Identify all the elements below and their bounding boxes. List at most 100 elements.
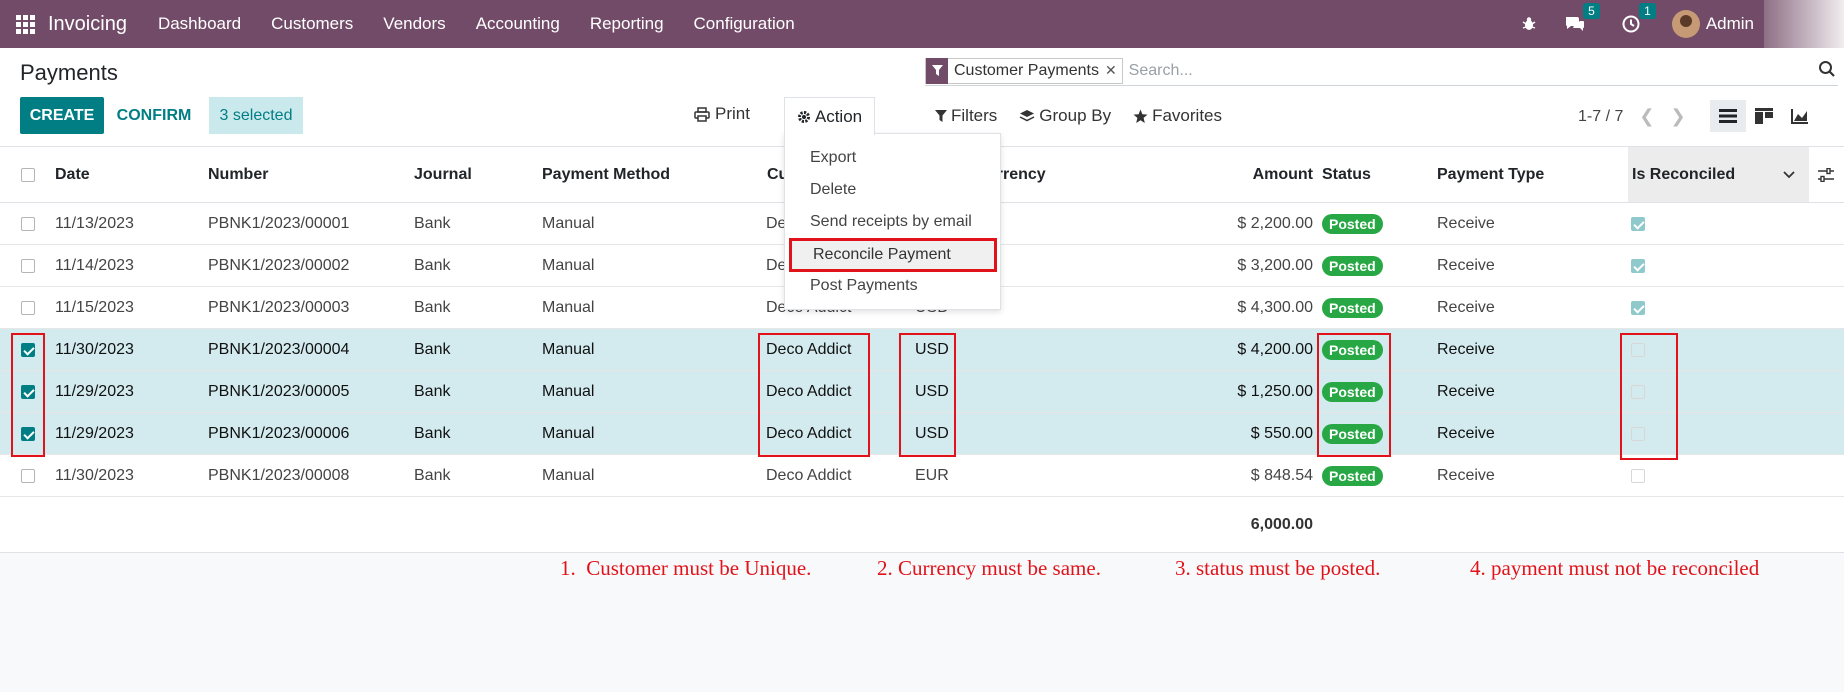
- status-badge: Posted: [1322, 465, 1383, 486]
- pager-value[interactable]: 1-7 / 7: [1578, 108, 1623, 126]
- cell-method: Manual: [542, 214, 595, 232]
- confirm-button[interactable]: CONFIRM: [112, 97, 196, 134]
- cell-date: 11/30/2023: [55, 466, 134, 484]
- cell-status: Posted: [1322, 245, 1383, 286]
- cell-number: PBNK1/2023/00001: [208, 214, 350, 232]
- bug-icon[interactable]: [1518, 13, 1540, 35]
- chevron-left-icon[interactable]: ❮: [1639, 106, 1654, 127]
- favorites-button[interactable]: Favorites: [1133, 106, 1222, 126]
- search-input[interactable]: [1128, 61, 1769, 80]
- header-payment-method[interactable]: Payment Method: [542, 147, 670, 202]
- print-button[interactable]: Print: [694, 104, 750, 124]
- app-brand[interactable]: Invoicing: [48, 13, 127, 36]
- filters-button[interactable]: Filters: [935, 106, 997, 126]
- navbar-systray: 5 1 Admin: [1506, 0, 1844, 48]
- search-icon[interactable]: [1818, 60, 1836, 83]
- cell-number: PBNK1/2023/00004: [208, 340, 350, 358]
- header-amount[interactable]: Amount: [1160, 147, 1313, 202]
- list-view-icon[interactable]: [1710, 100, 1746, 132]
- cell-journal: Bank: [414, 298, 451, 316]
- header-date[interactable]: Date: [55, 147, 90, 202]
- menu-configuration[interactable]: Configuration: [694, 14, 795, 34]
- chat-icon[interactable]: 5: [1564, 3, 1600, 35]
- cell-type: Receive: [1437, 382, 1495, 400]
- header-journal[interactable]: Journal: [414, 147, 472, 202]
- cell-method: Manual: [542, 382, 595, 400]
- chevron-right-icon[interactable]: ❯: [1670, 106, 1685, 127]
- selected-count-badge[interactable]: 3 selected: [209, 97, 303, 134]
- cell-number: PBNK1/2023/00002: [208, 256, 350, 274]
- create-button[interactable]: CREATE: [20, 97, 104, 134]
- cell-type: Receive: [1437, 424, 1495, 442]
- pager: 1-7 / 7 ❮ ❯: [1578, 106, 1686, 127]
- group-by-button[interactable]: Group By: [1019, 106, 1111, 126]
- status-badge: Posted: [1322, 213, 1383, 234]
- menu-accounting[interactable]: Accounting: [476, 14, 560, 34]
- user-name[interactable]: Admin: [1706, 14, 1754, 34]
- cell-journal: Bank: [414, 466, 451, 484]
- header-number[interactable]: Number: [208, 147, 268, 202]
- apps-grid-icon[interactable]: [14, 13, 36, 35]
- menu-item-delete[interactable]: Delete: [810, 181, 856, 199]
- cell-date: 11/29/2023: [55, 424, 134, 442]
- menu-item-export[interactable]: Export: [810, 149, 856, 167]
- menu-customers[interactable]: Customers: [271, 14, 353, 34]
- cell-date: 11/14/2023: [55, 256, 134, 274]
- view-switcher: [1710, 100, 1818, 132]
- search-options: Filters Group By Favorites: [935, 106, 1244, 126]
- graph-view-icon[interactable]: [1782, 100, 1818, 132]
- chevron-down-icon[interactable]: [1783, 170, 1795, 179]
- cell-status: Posted: [1322, 287, 1383, 328]
- user-avatar[interactable]: [1671, 10, 1700, 38]
- header-is-reconciled[interactable]: Is Reconciled: [1628, 147, 1809, 202]
- menu-item-send-receipts[interactable]: Send receipts by email: [810, 213, 972, 231]
- cell-customer: Deco Addict: [766, 466, 852, 484]
- menu-item-post-payments[interactable]: Post Payments: [810, 277, 918, 295]
- cell-type: Receive: [1437, 256, 1495, 274]
- cell-method: Manual: [542, 298, 595, 316]
- action-button[interactable]: Action: [784, 97, 875, 135]
- note-not-reconciled: 4. payment must not be reconciled: [1470, 556, 1760, 580]
- clock-icon[interactable]: 1: [1620, 3, 1656, 35]
- header-status[interactable]: Status: [1322, 147, 1371, 202]
- kanban-view-icon[interactable]: [1746, 100, 1782, 132]
- annotation-box-status: [1317, 333, 1391, 457]
- search-bar: Customer Payments ✕: [925, 56, 1838, 86]
- menu-reporting[interactable]: Reporting: [590, 14, 664, 34]
- navbar-fade: [1764, 0, 1844, 48]
- cell-journal: Bank: [414, 382, 451, 400]
- status-badge: Posted: [1322, 297, 1383, 318]
- table-row[interactable]: 11/30/2023 PBNK1/2023/00008 Bank Manual …: [0, 455, 1844, 497]
- cell-amount: $ 1,250.00: [1237, 382, 1313, 400]
- menu-item-reconcile-payment[interactable]: Reconcile Payment: [789, 238, 997, 272]
- row-checkbox[interactable]: [21, 455, 35, 496]
- cell-number: PBNK1/2023/00003: [208, 298, 350, 316]
- menu-vendors[interactable]: Vendors: [383, 14, 445, 34]
- facet-label: Customer Payments: [954, 61, 1099, 79]
- note-customer-unique: 1. Customer must be Unique.: [560, 556, 812, 580]
- filters-label: Filters: [951, 106, 998, 125]
- action-label: Action: [814, 106, 863, 126]
- action-dropdown-menu: Export Delete Send receipts by email Rec…: [784, 133, 1001, 310]
- optional-columns-icon[interactable]: [1818, 147, 1834, 202]
- menu-dashboard[interactable]: Dashboard: [158, 14, 241, 34]
- reconciled-checkbox: [1631, 245, 1645, 286]
- cell-amount: $ 848.54: [1250, 466, 1313, 484]
- total-amount: 6,000.00: [1250, 515, 1313, 533]
- star-icon: [1133, 109, 1148, 123]
- select-all-checkbox[interactable]: [21, 147, 35, 202]
- header-is-reconciled-label: Is Reconciled: [1632, 165, 1736, 183]
- cell-method: Manual: [542, 466, 595, 484]
- cell-amount: $ 4,200.00: [1237, 340, 1313, 358]
- cell-number: PBNK1/2023/00005: [208, 382, 350, 400]
- cell-amount: $ 550.00: [1250, 424, 1313, 442]
- row-checkbox[interactable]: [21, 245, 35, 286]
- row-checkbox[interactable]: [21, 287, 35, 328]
- gear-icon: [797, 110, 810, 123]
- header-payment-type[interactable]: Payment Type: [1437, 147, 1544, 202]
- facet-remove-icon[interactable]: ✕: [1105, 62, 1122, 79]
- group-by-label: Group By: [1039, 106, 1112, 125]
- cell-method: Manual: [542, 424, 595, 442]
- cell-amount: $ 2,200.00: [1237, 214, 1313, 232]
- row-checkbox[interactable]: [21, 203, 35, 244]
